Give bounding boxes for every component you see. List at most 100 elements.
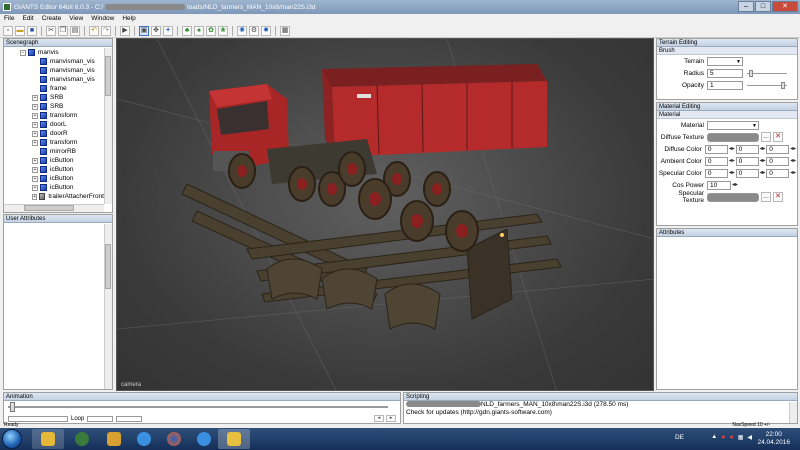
tray-arrow-icon[interactable]: ▲	[711, 434, 717, 441]
diffuse-texture-remove[interactable]: ✕	[773, 132, 783, 142]
anim-start-field[interactable]	[87, 416, 114, 422]
expand-icon[interactable]: +	[32, 184, 38, 191]
menu-file[interactable]: File	[0, 14, 18, 24]
tree-node[interactable]: mirrorRB	[4, 147, 104, 156]
expand-icon[interactable]: +	[32, 139, 38, 146]
lock-icon[interactable]: ▦	[280, 25, 290, 36]
tree-node[interactable]: + SRB	[4, 102, 104, 111]
spin-icon[interactable]: ◂▸	[759, 169, 767, 178]
taskbar-folder[interactable]	[98, 429, 130, 449]
tree-node[interactable]: + trailerAttacherFront	[4, 192, 104, 201]
ambient-b[interactable]: 0	[766, 156, 790, 166]
specular-g[interactable]: 0	[735, 168, 759, 178]
anim-next-button[interactable]: ▸	[386, 415, 396, 422]
anim-prev-button[interactable]: ◂	[374, 415, 384, 422]
spin-icon[interactable]: ◂▸	[789, 145, 797, 154]
light-icon[interactable]: ✦	[163, 25, 173, 36]
tree-node[interactable]: + icButton	[4, 174, 104, 183]
tree-node[interactable]: + transform	[4, 111, 104, 120]
menu-create[interactable]: Create	[38, 14, 66, 24]
diffuse-r[interactable]: 0	[704, 144, 728, 154]
move-tool-icon[interactable]: ✥	[151, 25, 161, 36]
scenegraph-hscroll[interactable]	[4, 204, 104, 212]
tree-node[interactable]: + transform	[4, 138, 104, 147]
select-tool-icon[interactable]: ▣	[139, 25, 149, 36]
light-gizmo[interactable]	[500, 233, 504, 237]
collapse-icon[interactable]: −	[20, 49, 26, 56]
radius-slider[interactable]	[747, 69, 787, 77]
expand-icon[interactable]: +	[32, 193, 38, 200]
specular-texture-browse[interactable]: ...	[761, 192, 771, 202]
tree-node[interactable]: + icButton	[4, 165, 104, 174]
spin-icon[interactable]: ◂▸	[728, 169, 736, 178]
specular-r[interactable]: 0	[704, 168, 728, 178]
navmesh-icon[interactable]: ✹	[261, 25, 271, 36]
clock[interactable]: 22:00 24.04.2016	[757, 431, 790, 447]
ambient-r[interactable]: 0	[704, 156, 728, 166]
copy-icon[interactable]: ❐	[58, 25, 68, 36]
material-select[interactable]: ▼	[707, 120, 759, 130]
expand-icon[interactable]: +	[32, 112, 38, 119]
spin-icon[interactable]: ◂▸	[789, 157, 797, 166]
taskbar-media[interactable]	[66, 429, 98, 449]
expand-icon[interactable]: +	[32, 121, 38, 128]
tree-node[interactable]: manvisman_vis	[4, 75, 104, 84]
taskbar-ie2[interactable]	[188, 429, 220, 449]
taskbar-ie[interactable]	[128, 429, 160, 449]
redo-icon[interactable]: ↷	[101, 25, 111, 36]
network-icon[interactable]: ▦	[738, 434, 744, 441]
menu-window[interactable]: Window	[87, 14, 118, 24]
gear-icon[interactable]: ⚙	[249, 25, 259, 36]
expand-icon[interactable]: +	[32, 94, 38, 101]
tree-node[interactable]: manvisman_vis	[4, 66, 104, 75]
menu-help[interactable]: Help	[118, 14, 139, 24]
tree-node[interactable]: + SRB	[4, 93, 104, 102]
tray-app-icon[interactable]: ●	[729, 434, 733, 441]
specular-texture-remove[interactable]: ✕	[773, 192, 783, 202]
spin-icon[interactable]: ◂▸	[728, 145, 736, 154]
radius-input[interactable]: 5	[707, 68, 743, 78]
new-file-icon[interactable]: ▫	[3, 25, 13, 36]
taskbar-firefox[interactable]	[158, 429, 190, 449]
spin-icon[interactable]: ◂▸	[728, 157, 736, 166]
undo-icon[interactable]: ↶	[89, 25, 99, 36]
spin-icon[interactable]: ◂▸	[731, 181, 739, 190]
ambient-g[interactable]: 0	[735, 156, 759, 166]
volume-icon[interactable]: ◀	[747, 434, 752, 441]
close-button[interactable]: ✕	[772, 1, 798, 12]
cut-icon[interactable]: ✂	[46, 25, 56, 36]
detail-tool-icon[interactable]: ❀	[218, 25, 228, 36]
opacity-slider[interactable]	[747, 81, 787, 89]
taskbar-giants-editor[interactable]	[218, 429, 250, 449]
expand-icon[interactable]: +	[32, 103, 38, 110]
scripting-vscroll[interactable]	[789, 402, 797, 423]
paint-tool-icon[interactable]: ✿	[206, 25, 216, 36]
tree-node[interactable]: manvisman_vis	[4, 57, 104, 66]
open-folder-icon[interactable]: ▬	[15, 25, 25, 36]
3d-viewport[interactable]: camera	[116, 38, 654, 391]
physics-icon[interactable]: ✺	[237, 25, 247, 36]
maximize-button[interactable]: □	[755, 1, 771, 12]
save-icon[interactable]: ■	[27, 25, 37, 36]
spin-icon[interactable]: ◂▸	[759, 157, 767, 166]
terrain-tool-icon[interactable]: ♣	[182, 25, 192, 36]
taskbar-explorer[interactable]	[32, 429, 64, 449]
minimize-button[interactable]: –	[738, 1, 754, 12]
tray-app-icon[interactable]: ●	[721, 434, 725, 441]
expand-icon[interactable]: +	[32, 157, 38, 164]
tree-node[interactable]: frame	[4, 84, 104, 93]
user-attributes-vscroll[interactable]	[104, 224, 112, 389]
play-icon[interactable]: ▶	[120, 25, 130, 36]
specular-b[interactable]: 0	[766, 168, 790, 178]
tree-node[interactable]: + icButton	[4, 156, 104, 165]
tree-node[interactable]: − manvis	[4, 48, 104, 57]
tree-node[interactable]: + doorL	[4, 120, 104, 129]
foliage-tool-icon[interactable]: ♠	[194, 25, 204, 36]
start-button[interactable]	[2, 429, 22, 449]
menu-view[interactable]: View	[65, 14, 87, 24]
language-indicator[interactable]: DE	[675, 434, 684, 441]
tree-node[interactable]: + icButton	[4, 183, 104, 192]
expand-icon[interactable]: +	[32, 130, 38, 137]
terrain-select[interactable]: ▼	[707, 56, 743, 66]
paste-icon[interactable]: ▤	[70, 25, 80, 36]
